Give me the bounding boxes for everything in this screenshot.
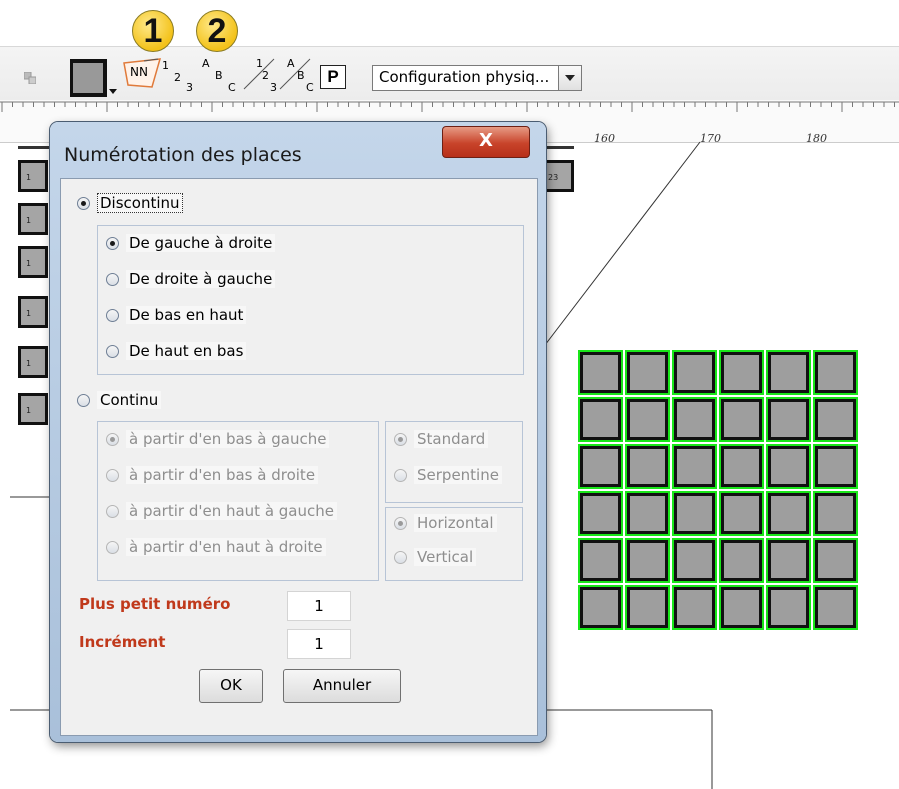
radio-horizontal[interactable]: Horizontal: [394, 514, 497, 532]
radio-bas-droite-label: à partir d'en bas à droite: [126, 466, 319, 484]
seat-cell[interactable]: [815, 540, 856, 581]
seat-cell[interactable]: [627, 399, 668, 440]
radio-haut-gauche[interactable]: à partir d'en haut à gauche: [106, 502, 337, 520]
radio-haut-bas-icon[interactable]: [106, 344, 119, 358]
radio-bas-droite[interactable]: à partir d'en bas à droite: [106, 466, 319, 484]
radio-bas-gauche[interactable]: à partir d'en bas à gauche: [106, 430, 330, 448]
seat-cell[interactable]: [580, 587, 621, 628]
seat-cell[interactable]: [674, 493, 715, 534]
radio-haut-droite-label: à partir d'en haut à droite: [126, 538, 326, 556]
radio-haut-droite-icon[interactable]: [106, 540, 119, 554]
radio-standard[interactable]: Standard: [394, 430, 489, 448]
radio-continu-icon[interactable]: [77, 393, 90, 407]
seat-cell[interactable]: [674, 446, 715, 487]
radio-continu-label: Continu: [97, 391, 162, 409]
radio-serpentine-icon[interactable]: [394, 468, 407, 482]
seat-cell[interactable]: [674, 587, 715, 628]
radio-droite-gauche-icon[interactable]: [106, 272, 119, 286]
seat-cell[interactable]: [627, 493, 668, 534]
radio-haut-droite[interactable]: à partir d'en haut à droite: [106, 538, 326, 556]
seat-cell[interactable]: [580, 493, 621, 534]
radio-serpentine-label: Serpentine: [414, 466, 502, 484]
seat-cell[interactable]: [627, 446, 668, 487]
seat-cell[interactable]: [674, 399, 715, 440]
seat-cell[interactable]: [627, 587, 668, 628]
seat-cell[interactable]: [721, 446, 762, 487]
seat-cell[interactable]: [721, 399, 762, 440]
seat-cell[interactable]: [768, 587, 809, 628]
close-button[interactable]: X: [442, 126, 530, 158]
radio-bas-gauche-icon[interactable]: [106, 432, 119, 446]
radio-vertical-label: Vertical: [414, 548, 477, 566]
dialog-title: Numérotation des places: [64, 144, 302, 166]
seat-cell[interactable]: [674, 352, 715, 393]
seat-cell[interactable]: [815, 446, 856, 487]
seat-grid: [576, 348, 858, 630]
radio-droite-gauche-label: De droite à gauche: [126, 270, 276, 288]
seat-cell[interactable]: [580, 399, 621, 440]
increment-label: Incrément: [79, 633, 166, 651]
increment-input[interactable]: 1: [287, 629, 351, 659]
seat-cell[interactable]: [580, 540, 621, 581]
radio-gauche-droite-icon[interactable]: [106, 236, 119, 250]
discontinu-options-group: De gauche à droite De droite à gauche De…: [97, 225, 524, 375]
radio-discontinu[interactable]: Discontinu: [77, 193, 183, 213]
seat-cell[interactable]: [815, 493, 856, 534]
seat-cell[interactable]: [768, 493, 809, 534]
radio-bas-droite-icon[interactable]: [106, 468, 119, 482]
seat-cell[interactable]: [627, 540, 668, 581]
ok-button[interactable]: OK: [199, 669, 263, 703]
min-number-label: Plus petit numéro: [79, 595, 231, 613]
seat-cell[interactable]: [721, 540, 762, 581]
radio-serpentine[interactable]: Serpentine: [394, 466, 502, 484]
radio-bas-haut[interactable]: De bas en haut: [106, 306, 247, 324]
seat-cell[interactable]: [815, 352, 856, 393]
numbering-dialog: Numérotation des places X Discontinu De …: [50, 122, 546, 742]
radio-haut-gauche-label: à partir d'en haut à gauche: [126, 502, 337, 520]
radio-droite-gauche[interactable]: De droite à gauche: [106, 270, 276, 288]
seat-cell[interactable]: [815, 399, 856, 440]
radio-standard-icon[interactable]: [394, 432, 407, 446]
radio-standard-label: Standard: [414, 430, 489, 448]
radio-vertical[interactable]: Vertical: [394, 548, 477, 566]
seat-cell[interactable]: [580, 446, 621, 487]
seat-cell[interactable]: [674, 540, 715, 581]
continu-start-group: à partir d'en bas à gauche à partir d'en…: [97, 421, 379, 581]
radio-gauche-droite-label: De gauche à droite: [126, 234, 276, 252]
radio-bas-haut-icon[interactable]: [106, 308, 119, 322]
seat-cell[interactable]: [627, 352, 668, 393]
continu-direction-group: Horizontal Vertical: [385, 507, 523, 581]
radio-gauche-droite[interactable]: De gauche à droite: [106, 234, 276, 252]
seat-cell[interactable]: [580, 352, 621, 393]
seat-cell[interactable]: [815, 587, 856, 628]
radio-haut-bas-label: De haut en bas: [126, 342, 247, 360]
seat-cell[interactable]: [721, 352, 762, 393]
radio-bas-gauche-label: à partir d'en bas à gauche: [126, 430, 330, 448]
radio-discontinu-label: Discontinu: [97, 193, 183, 213]
radio-horizontal-icon[interactable]: [394, 516, 407, 530]
seat-cell[interactable]: [768, 352, 809, 393]
seat-cell[interactable]: [721, 587, 762, 628]
seat-cell[interactable]: [768, 399, 809, 440]
continu-pattern-group: Standard Serpentine: [385, 421, 523, 503]
radio-haut-gauche-icon[interactable]: [106, 504, 119, 518]
radio-horizontal-label: Horizontal: [414, 514, 497, 532]
seat-cell[interactable]: [768, 540, 809, 581]
radio-discontinu-icon[interactable]: [77, 196, 90, 210]
radio-vertical-icon[interactable]: [394, 550, 407, 564]
min-number-input[interactable]: 1: [287, 591, 351, 621]
seat-cell[interactable]: [721, 493, 762, 534]
dialog-body: Discontinu De gauche à droite De droite …: [60, 178, 538, 736]
radio-bas-haut-label: De bas en haut: [126, 306, 247, 324]
seat-cell[interactable]: [768, 446, 809, 487]
radio-haut-bas[interactable]: De haut en bas: [106, 342, 247, 360]
cancel-button[interactable]: Annuler: [283, 669, 401, 703]
radio-continu[interactable]: Continu: [77, 391, 162, 409]
